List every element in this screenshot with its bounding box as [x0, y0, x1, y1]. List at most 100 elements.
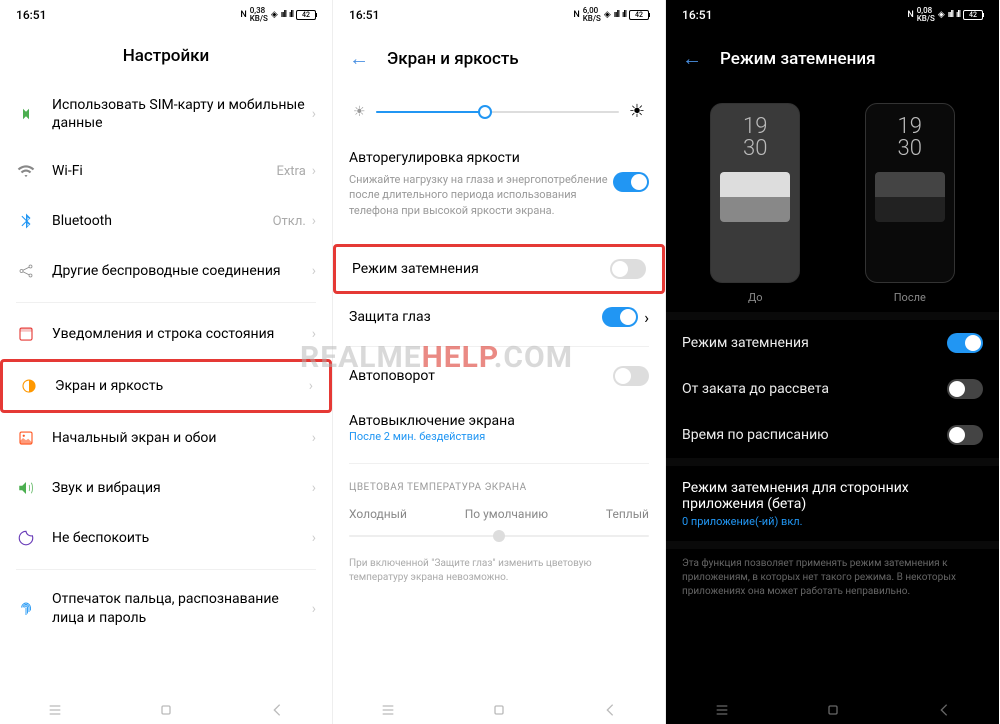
nav-back-icon[interactable]: [602, 702, 618, 718]
nav-menu-icon[interactable]: [714, 702, 730, 718]
signal-icon: ııll: [614, 10, 619, 20]
bluetooth-item[interactable]: Bluetooth Откл. ›: [0, 196, 332, 246]
dnd-icon: [16, 528, 36, 548]
nav-home-icon[interactable]: [825, 702, 841, 718]
back-button[interactable]: ←: [349, 46, 369, 71]
chevron-right-icon: ›: [312, 530, 316, 546]
auto-brightness-toggle[interactable]: [613, 172, 649, 192]
auto-rotate-row[interactable]: Автоповорот: [333, 353, 665, 399]
sunset-toggle[interactable]: [947, 379, 983, 399]
nav-back-icon[interactable]: [269, 702, 285, 718]
third-party-title[interactable]: Режим затемнения для сторонних приложени…: [666, 466, 999, 514]
display-brightness-item[interactable]: Экран и яркость ›: [0, 359, 332, 413]
preview-after: 1930 После: [865, 103, 955, 304]
display-screen: 16:51 N 6,00KB/S ◈ ııll ıll 42 ← Экран и…: [333, 0, 666, 724]
status-bar: 16:51 N 6,00KB/S ◈ ııll ıll 42: [333, 0, 665, 28]
nav-home-icon[interactable]: [491, 702, 507, 718]
chevron-right-icon: ›: [312, 326, 316, 342]
nav-back-icon[interactable]: [936, 702, 952, 718]
auto-brightness-desc: Снижайте нагрузку на глаза и энергопотре…: [349, 172, 613, 218]
signal-icon: ıll: [956, 10, 960, 20]
fingerprint-item[interactable]: Отпечаток пальца, распознавание лица и п…: [0, 576, 332, 640]
battery-icon: 42: [296, 10, 316, 20]
home-wallpaper-item[interactable]: Начальный экран и обои ›: [0, 413, 332, 463]
auto-rotate-label: Автоповорот: [349, 368, 613, 384]
eye-protect-toggle[interactable]: [602, 307, 638, 327]
item-label: Экран и яркость: [55, 377, 309, 395]
item-label: Использовать SIM-карту и мобильные данны…: [52, 96, 312, 132]
nav-bar: [333, 696, 665, 724]
nav-menu-icon[interactable]: [47, 702, 63, 718]
auto-off-label[interactable]: Автовыключение экрана: [333, 399, 665, 429]
temp-warm: Теплый: [606, 507, 649, 521]
eye-protect-row[interactable]: Защита глаз ›: [333, 294, 665, 340]
chevron-right-icon: ›: [644, 308, 649, 327]
dark-mode-row[interactable]: Режим затемнения: [666, 320, 999, 366]
temp-default: По умолчанию: [465, 507, 548, 521]
sunset-row[interactable]: От заката до рассвета: [666, 366, 999, 412]
item-label: Не беспокоить: [52, 529, 312, 547]
sound-icon: [16, 478, 36, 498]
dnd-item[interactable]: Не беспокоить ›: [0, 513, 332, 563]
nav-menu-icon[interactable]: [380, 702, 396, 718]
color-temp-footnote: При включенной "Защите глаз" изменить цв…: [333, 549, 665, 593]
sun-high-icon: ☀: [629, 101, 645, 122]
home-icon: [16, 428, 36, 448]
battery-icon: 42: [963, 10, 983, 20]
page-title: Режим затемнения: [720, 49, 876, 69]
sim-data-item[interactable]: Использовать SIM-карту и мобильные данны…: [0, 82, 332, 146]
temp-cold: Холодный: [349, 507, 407, 521]
sun-low-icon: ☀: [353, 104, 366, 120]
item-label: Bluetooth: [52, 212, 273, 230]
dark-mode-row[interactable]: Режим затемнения: [333, 244, 665, 294]
dark-mode-toggle[interactable]: [610, 259, 646, 279]
status-time: 16:51: [682, 8, 712, 22]
chevron-right-icon: ›: [312, 601, 316, 617]
signal-icon: ıll: [289, 10, 293, 20]
status-bar: 16:51 N 0,08KB/S ◈ ııll ıll 42: [666, 0, 999, 28]
chevron-right-icon: ›: [312, 213, 316, 229]
auto-brightness-title: Авторегулировка яркости: [333, 136, 665, 168]
dark-mode-screen: 16:51 N 0,08KB/S ◈ ııll ıll 42 ← Режим з…: [666, 0, 999, 724]
item-label: Другие беспроводные соединения: [52, 262, 312, 280]
item-label: Уведомления и строка состояния: [52, 325, 312, 343]
signal-icon: ıll: [622, 10, 626, 20]
chevron-right-icon: ›: [312, 263, 316, 279]
color-temp-slider[interactable]: [333, 531, 665, 549]
sound-item[interactable]: Звук и вибрация ›: [0, 463, 332, 513]
back-button[interactable]: ←: [682, 46, 702, 71]
nav-home-icon[interactable]: [158, 702, 174, 718]
schedule-toggle[interactable]: [947, 425, 983, 445]
chevron-right-icon: ›: [309, 378, 313, 394]
auto-rotate-toggle[interactable]: [613, 366, 649, 386]
brightness-slider[interactable]: ☀ ☀: [333, 87, 665, 136]
notifications-item[interactable]: Уведомления и строка состояния ›: [0, 309, 332, 359]
item-label: Wi-Fi: [52, 162, 276, 180]
chevron-right-icon: ›: [312, 430, 316, 446]
status-time: 16:51: [349, 8, 379, 22]
item-label: Начальный экран и обои: [52, 429, 312, 447]
battery-icon: 42: [629, 10, 649, 20]
signal-icon: ııll: [281, 10, 286, 20]
color-temp-header: ЦВЕТОВАЯ ТЕМПЕРАТУРА ЭКРАНА: [333, 470, 665, 497]
dark-mode-toggle[interactable]: [947, 333, 983, 353]
auto-off-value: После 2 мин. бездействия: [333, 429, 665, 456]
notification-icon: [16, 324, 36, 344]
schedule-row[interactable]: Время по расписанию: [666, 412, 999, 458]
wireless-icon: [16, 261, 36, 281]
status-bar: 16:51 N 0,38KB/S ◈ ııll ıll 42: [0, 0, 332, 28]
page-title: Настройки: [0, 28, 332, 82]
wifi-icon: [16, 161, 36, 181]
item-label: Отпечаток пальца, распознавание лица и п…: [52, 590, 312, 626]
wifi-item[interactable]: Wi-Fi Extra ›: [0, 146, 332, 196]
wifi-icon: ◈: [938, 10, 945, 20]
display-icon: [19, 376, 39, 396]
status-time: 16:51: [16, 8, 46, 22]
item-label: Звук и вибрация: [52, 479, 312, 497]
wifi-icon: ◈: [271, 10, 278, 20]
eye-protect-label: Защита глаз: [349, 309, 602, 325]
wifi-icon: ◈: [604, 10, 611, 20]
wireless-item[interactable]: Другие беспроводные соединения ›: [0, 246, 332, 296]
sim-icon: [16, 104, 36, 124]
preview-row: 1930 До 1930 После: [666, 87, 999, 312]
